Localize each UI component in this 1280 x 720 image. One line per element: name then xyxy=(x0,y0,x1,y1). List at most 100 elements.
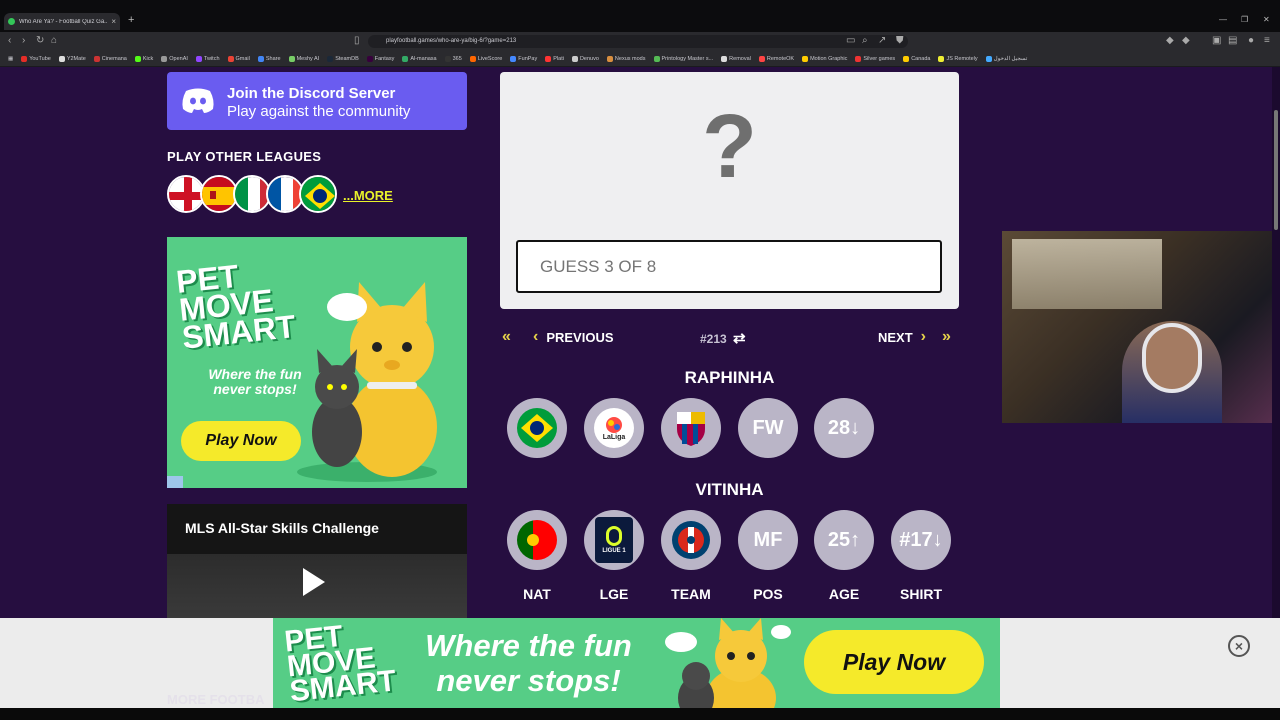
video-title: MLS All-Star Skills Challenge xyxy=(185,520,379,536)
bottom-ad-play-now-button[interactable]: Play Now xyxy=(804,630,984,694)
brazil-flag-icon[interactable] xyxy=(299,175,337,213)
shield-icon[interactable]: ⛊ xyxy=(896,35,904,46)
mystery-player-card: ? xyxy=(500,72,959,309)
browser-tab[interactable]: Who Are Ya? - Football Quiz Ga... × xyxy=(4,13,120,30)
ad-info-icon[interactable] xyxy=(167,476,183,488)
address-bar[interactable]: playfootball.games/who-are-ya/big-6/?gam… xyxy=(368,35,908,48)
guess-1-age: 28↓ xyxy=(814,398,874,458)
previous-button[interactable]: ‹ PREVIOUS xyxy=(533,328,614,346)
bookmark-gmail[interactable]: Gmail xyxy=(227,55,250,62)
bookmark-365[interactable]: 365 xyxy=(444,55,462,62)
bookmark-funpay[interactable]: FunPay xyxy=(510,55,537,62)
discord-banner[interactable]: Join the Discord Server Play against the… xyxy=(167,72,467,130)
discord-subtitle: Play against the community xyxy=(227,103,411,120)
menu-icon[interactable]: ≡ xyxy=(1264,35,1270,46)
double-chevron-left-icon: « xyxy=(502,328,511,345)
bottom-ad-banner[interactable]: PET MOVE SMART Where the fun never stops… xyxy=(273,618,1000,708)
side-advertisement[interactable]: PET MOVE SMART Where the fun never stops… xyxy=(167,237,467,488)
bookmark-fantasy[interactable]: Fantasy xyxy=(366,55,394,62)
play-other-leagues-heading: PLAY OTHER LEAGUES xyxy=(167,149,322,164)
window-close-icon[interactable]: ✕ xyxy=(1263,15,1270,24)
last-game-button[interactable]: » xyxy=(942,328,951,346)
guess-2-shirt: #17↓ xyxy=(891,510,951,570)
bookmark-cinemana[interactable]: Cinemana xyxy=(93,55,127,62)
previous-label: PREVIOUS xyxy=(546,329,614,345)
bookmark-denuvo[interactable]: Denuvo xyxy=(571,55,599,62)
more-leagues-link[interactable]: ...MORE xyxy=(343,188,393,203)
guess-1-position: FW xyxy=(738,398,798,458)
browser-tabbar: Who Are Ya? - Football Quiz Ga... × + — … xyxy=(0,0,1280,32)
guess-1-name: RAPHINHA xyxy=(684,368,775,387)
bookmark-icon[interactable]: ▯ xyxy=(354,35,360,46)
guess-1-nat-brazil-flag-icon xyxy=(507,398,567,458)
bookmark-share[interactable]: Share xyxy=(257,55,281,62)
guess-2-league-ligue1-icon: LIGUE 1 xyxy=(584,510,644,570)
column-shirt: SHIRT xyxy=(900,586,942,602)
new-tab-icon[interactable]: + xyxy=(128,14,134,26)
screen: Who Are Ya? - Football Quiz Ga... × + — … xyxy=(0,0,1280,720)
bottom-ad-subtitle: Where the fun never stops! xyxy=(425,628,632,698)
bottom-ad-title: PET MOVE SMART xyxy=(282,619,398,708)
tab-close-icon[interactable]: × xyxy=(111,17,116,26)
guess-input[interactable] xyxy=(516,240,942,293)
first-game-button[interactable]: « xyxy=(502,328,511,346)
minimize-icon[interactable]: — xyxy=(1219,15,1227,24)
bookmark-canada[interactable]: Canada xyxy=(903,55,930,62)
reload-icon[interactable]: ↻ xyxy=(36,35,44,46)
play-icon[interactable] xyxy=(303,568,325,596)
bookmark-livescore[interactable]: LiveScore xyxy=(469,55,502,62)
bookmark-almanasa[interactable]: Al-manasa xyxy=(402,55,437,62)
apps-icon[interactable]: ▦ xyxy=(8,56,13,62)
bookmark-printology[interactable]: Printology Master s... xyxy=(653,55,713,62)
home-icon[interactable]: ⌂ xyxy=(51,35,57,46)
bookmark-jsremotely[interactable]: JS Remotely xyxy=(938,55,978,62)
bookmark-twitch[interactable]: Twitch xyxy=(195,55,220,62)
ad-play-now-button[interactable]: Play Now xyxy=(181,421,301,461)
extensions-puzzle-icon[interactable]: ▣ xyxy=(1212,35,1221,46)
screen-icon[interactable]: ▭ xyxy=(846,35,855,46)
profile-icon[interactable]: ● xyxy=(1248,35,1254,46)
bookmark-motion[interactable]: Motion Graphic xyxy=(802,55,847,62)
next-label: NEXT xyxy=(878,329,913,345)
bookmark-removal[interactable]: Removal xyxy=(721,55,751,62)
sidebar-icon[interactable]: ▤ xyxy=(1228,35,1237,46)
tab-title: Who Are Ya? - Football Quiz Ga... xyxy=(19,18,108,25)
more-football-heading: MORE FOOTBA xyxy=(167,692,265,707)
bookmark-plati[interactable]: Plati xyxy=(545,55,564,62)
extension-icon[interactable]: ◆ xyxy=(1166,35,1174,46)
bookmark-silver[interactable]: Silver games xyxy=(855,55,895,62)
guess-2-nat-portugal-flag-icon xyxy=(507,510,567,570)
forward-icon[interactable]: › xyxy=(22,35,25,46)
extension-icon[interactable]: ◆ xyxy=(1182,35,1190,46)
bookmark-youtube[interactable]: YouTube xyxy=(21,55,51,62)
tab-favicon-icon xyxy=(8,18,15,25)
chevron-right-icon: › xyxy=(920,328,926,345)
next-button[interactable]: NEXT › xyxy=(878,328,926,346)
bookmark-y2mate[interactable]: Y2Mate xyxy=(58,55,86,62)
close-ad-icon[interactable]: × xyxy=(1228,635,1250,657)
share-icon[interactable]: ↗ xyxy=(878,35,886,46)
discord-icon xyxy=(182,88,214,113)
chevron-left-icon: ‹ xyxy=(533,328,539,345)
bookmark-openai[interactable]: OpenAI xyxy=(161,55,188,62)
scrollbar-thumb[interactable] xyxy=(1274,110,1278,230)
column-nat: NAT xyxy=(523,586,551,602)
shuffle-icon[interactable]: ⇄ xyxy=(733,330,746,347)
bookmark-steamdb[interactable]: SteamDB xyxy=(327,55,359,62)
restore-icon[interactable]: ❐ xyxy=(1241,15,1248,24)
mystery-silhouette: ? xyxy=(702,97,757,197)
zoom-icon[interactable]: ⌕ xyxy=(862,35,868,46)
bookmark-remoteok[interactable]: RemoteOK xyxy=(758,55,794,62)
webcam-person-head xyxy=(1142,323,1202,393)
bookmark-login[interactable]: تسجيل الدخول xyxy=(985,55,1027,62)
bookmark-kick[interactable]: Kick xyxy=(134,55,153,62)
ad-title: PET MOVE SMART xyxy=(174,257,298,356)
guess-2-name: VITINHA xyxy=(695,480,764,499)
bookmark-nexus[interactable]: Nexus mods xyxy=(606,55,646,62)
video-player[interactable]: MLS All-Star Skills Challenge xyxy=(167,504,467,619)
browser-navbar: ‹ › ↻ ⌂ ▯ playfootball.games/who-are-ya/… xyxy=(0,32,1280,51)
back-icon[interactable]: ‹ xyxy=(8,35,11,46)
double-chevron-right-icon: » xyxy=(942,328,951,345)
bottom-bar xyxy=(0,708,1280,720)
bookmark-meshy[interactable]: Meshy AI xyxy=(288,55,319,62)
